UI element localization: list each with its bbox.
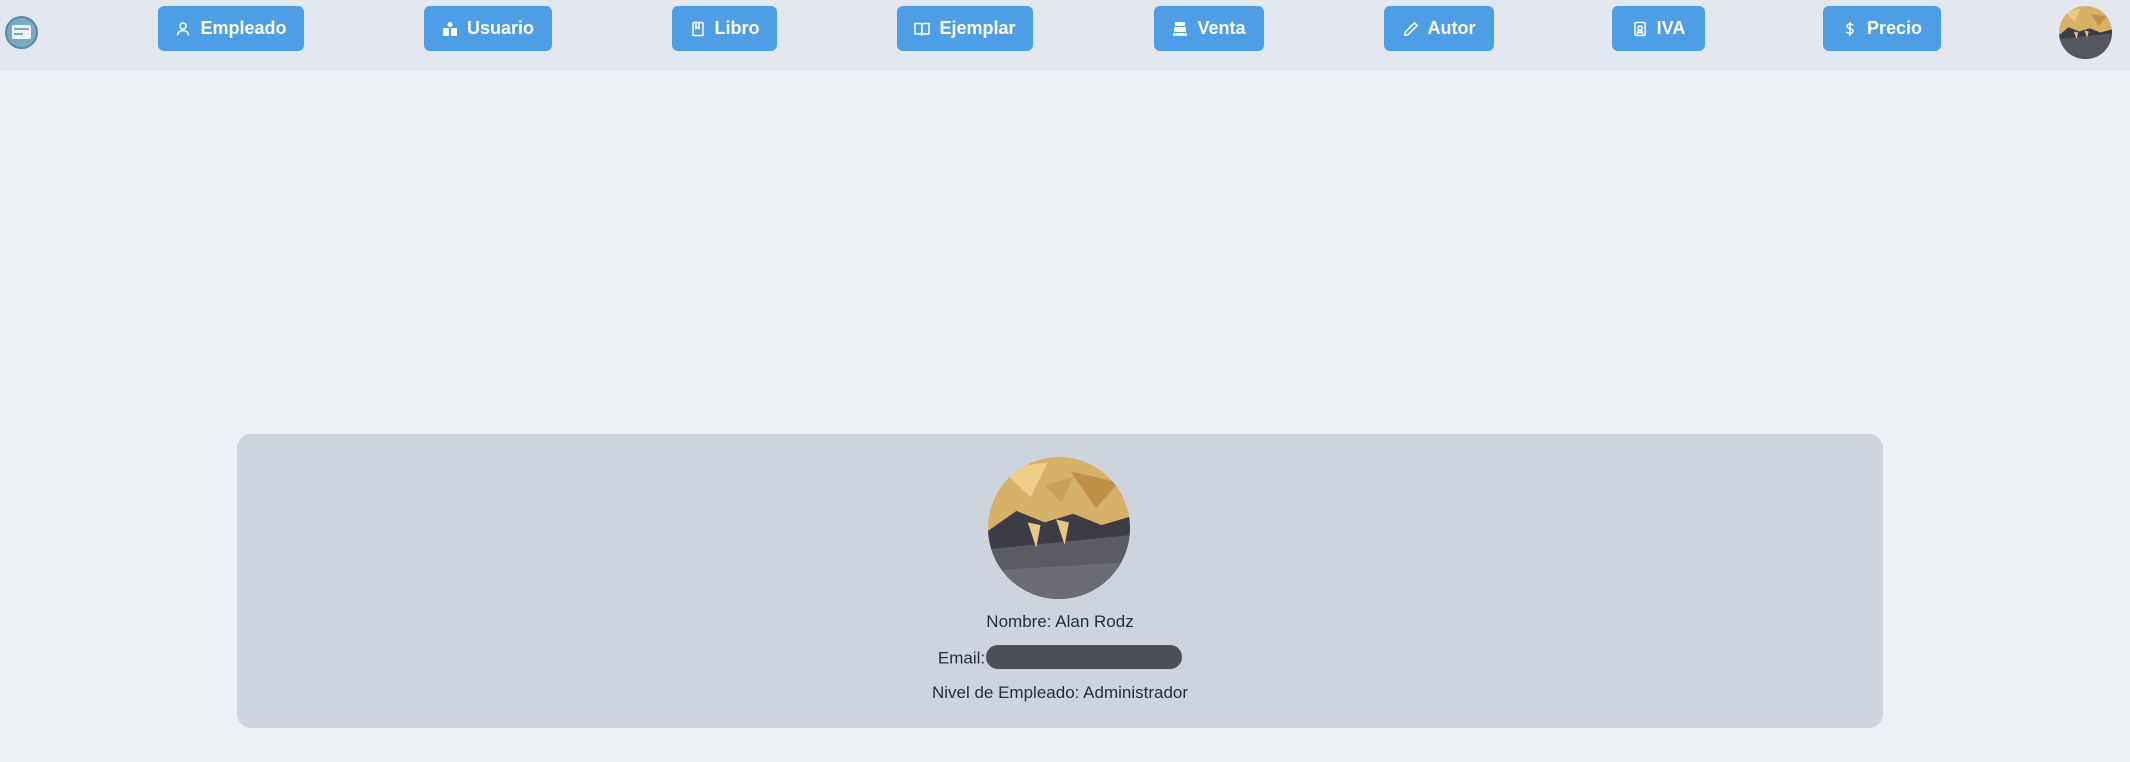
- profile-email-row: Email:: [237, 645, 1883, 671]
- nav-button-label: Autor: [1427, 18, 1476, 38]
- top-navbar: Empleado Usuario Libro Ejemplar Venta Au…: [0, 0, 2130, 71]
- cash-register-icon: [1172, 21, 1188, 37]
- users-icon: [442, 21, 458, 37]
- redacted-email: [986, 645, 1183, 669]
- nav-button-iva[interactable]: IVA: [1612, 6, 1705, 51]
- profile-card: Nombre: Alan Rodz Email: Nivel de Emplea…: [237, 434, 1883, 728]
- nav-button-label: IVA: [1656, 18, 1686, 38]
- dollar-icon: [1842, 21, 1858, 37]
- pencil-icon: [1403, 21, 1419, 37]
- nav-button-ejemplar[interactable]: Ejemplar: [897, 6, 1033, 51]
- person-icon: [175, 21, 191, 37]
- nav-button-label: Empleado: [200, 18, 287, 38]
- nav-button-label: Precio: [1866, 18, 1923, 38]
- open-book-icon: [914, 21, 931, 37]
- user-avatar[interactable]: [2059, 6, 2112, 59]
- nav-button-label: Ejemplar: [939, 18, 1016, 38]
- nav-button-venta[interactable]: Venta: [1154, 6, 1264, 51]
- nav-button-label: Usuario: [466, 18, 535, 38]
- nav-button-label: Venta: [1197, 18, 1246, 38]
- receipt-icon: [1632, 21, 1648, 37]
- nav-button-precio[interactable]: Precio: [1823, 6, 1941, 51]
- book-icon: [690, 21, 706, 37]
- browser-window-icon[interactable]: [5, 16, 38, 49]
- profile-level: Nivel de Empleado: Administrador: [931, 683, 1189, 702]
- nav-button-libro[interactable]: Libro: [672, 6, 777, 51]
- nav-button-autor[interactable]: Autor: [1384, 6, 1494, 51]
- profile-name: Nombre: Alan Rodz: [986, 612, 1134, 631]
- nav-button-label: Libro: [714, 18, 760, 38]
- profile-avatar: [988, 457, 1130, 599]
- nav-button-empleado[interactable]: Empleado: [158, 6, 304, 51]
- nav-button-usuario[interactable]: Usuario: [424, 6, 552, 51]
- email-label: Email:: [937, 648, 986, 668]
